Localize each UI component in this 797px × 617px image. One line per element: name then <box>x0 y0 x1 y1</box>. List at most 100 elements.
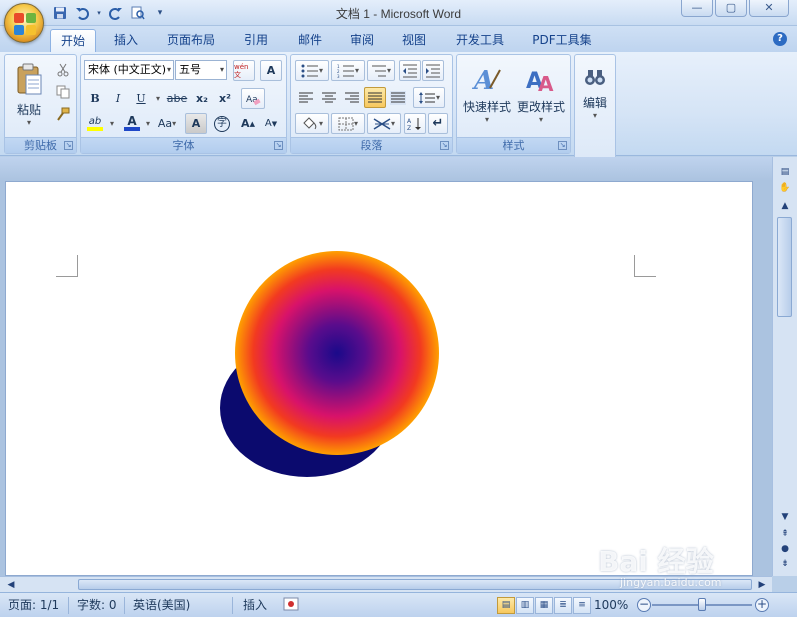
hand-icon[interactable]: ✋ <box>778 181 792 195</box>
insert-mode-indicator[interactable]: 插入 <box>243 597 267 614</box>
dialog-launcher-icon[interactable]: ↘ <box>64 141 73 150</box>
svg-text:A: A <box>407 118 412 125</box>
next-page-icon[interactable]: ⇟ <box>778 557 792 571</box>
tab-mailings[interactable]: 邮件 <box>290 29 330 52</box>
font-name-combo[interactable]: 宋体 (中文正文) ▾ <box>84 60 174 80</box>
tab-review[interactable]: 审阅 <box>342 29 382 52</box>
tab-developer[interactable]: 开发工具 <box>448 29 512 52</box>
scroll-up-icon[interactable]: ▲ <box>778 199 792 213</box>
horizontal-scrollbar[interactable]: ◀ ▶ <box>0 576 772 592</box>
underline-button[interactable]: U <box>130 88 152 109</box>
close-button[interactable]: ✕ <box>749 0 789 17</box>
increase-indent-button[interactable] <box>422 60 444 81</box>
numbering-button[interactable]: 1 2 3 ▾ <box>331 60 365 81</box>
decrease-indent-button[interactable] <box>399 60 421 81</box>
underline-dropdown[interactable]: ▾ <box>153 88 163 109</box>
strikethrough-button[interactable]: abe <box>165 88 189 109</box>
enclose-characters-button[interactable]: 字 <box>211 113 233 134</box>
grow-font-button[interactable]: A ▲ <box>237 113 259 134</box>
bold-button[interactable]: B <box>84 88 106 109</box>
highlight-dropdown[interactable]: ▾ <box>107 113 117 134</box>
zoom-out-button[interactable]: − <box>637 598 651 612</box>
shading-button[interactable]: ▾ <box>295 113 329 134</box>
show-marks-button[interactable]: ↵ <box>428 113 448 134</box>
paste-button[interactable]: 粘贴 ▾ <box>9 59 49 131</box>
scroll-left-icon[interactable]: ◀ <box>4 578 18 592</box>
chinese-layout-button[interactable]: ▾ <box>367 113 401 134</box>
word-count[interactable]: 字数: 0 <box>77 597 117 614</box>
dialog-launcher-icon[interactable]: ↘ <box>440 141 449 150</box>
view-full-reading-button[interactable]: ▥ <box>516 597 534 614</box>
chevron-down-icon: ▾ <box>386 66 391 75</box>
highlight-button[interactable]: ab <box>84 113 106 134</box>
ribbon: 粘贴 ▾ 剪贴板 ↘ 宋体 (中文正文) ▾ 五号 ▾ wén 文 A B I U <box>0 52 797 158</box>
status-separator <box>68 597 69 614</box>
tab-page-layout[interactable]: 页面布局 <box>160 29 222 52</box>
zoom-in-button[interactable]: + <box>755 598 769 612</box>
superscript-button[interactable]: x² <box>214 88 236 109</box>
ruler-toggle-icon[interactable]: ▤ <box>778 165 792 179</box>
align-left-button[interactable] <box>295 87 317 108</box>
character-border-button[interactable]: A <box>260 60 282 81</box>
zoom-level[interactable]: 100% <box>594 597 628 614</box>
circle-shape[interactable] <box>214 250 454 480</box>
maximize-button[interactable]: ▢ <box>715 0 747 17</box>
vertical-scroll-thumb[interactable] <box>777 217 792 317</box>
subscript-button[interactable]: x₂ <box>191 88 213 109</box>
tab-references[interactable]: 引用 <box>236 29 276 52</box>
zoom-slider-thumb[interactable] <box>698 598 706 611</box>
shrink-font-button[interactable]: A ▼ <box>260 113 282 134</box>
dialog-launcher-icon[interactable]: ↘ <box>558 141 567 150</box>
scroll-right-icon[interactable]: ▶ <box>755 578 769 592</box>
language-indicator[interactable]: 英语(美国) <box>133 597 190 614</box>
help-icon[interactable]: ? <box>773 32 787 46</box>
view-print-layout-button[interactable]: ▤ <box>497 597 515 614</box>
line-spacing-button[interactable]: ▾ <box>413 87 445 108</box>
dialog-launcher-icon[interactable]: ↘ <box>274 141 283 150</box>
group-label-paragraph: 段落 <box>291 137 452 153</box>
copy-button[interactable] <box>53 81 73 102</box>
minimize-button[interactable]: — <box>681 0 713 17</box>
macro-record-icon[interactable] <box>283 597 299 614</box>
font-color-button[interactable]: A <box>121 113 143 134</box>
font-size-combo[interactable]: 五号 ▾ <box>175 60 227 80</box>
tab-home[interactable]: 开始 <box>50 29 96 52</box>
change-styles-icon: AA <box>526 69 554 94</box>
tab-insert[interactable]: 插入 <box>104 29 148 52</box>
format-painter-button[interactable] <box>53 103 73 124</box>
tab-view[interactable]: 视图 <box>394 29 434 52</box>
tab-pdf-tools[interactable]: PDF工具集 <box>526 29 598 52</box>
distributed-button[interactable] <box>387 87 409 108</box>
select-browse-object-icon[interactable]: ● <box>778 542 792 556</box>
horizontal-scroll-thumb[interactable] <box>78 579 752 590</box>
align-right-button[interactable] <box>341 87 363 108</box>
paste-label: 粘贴 <box>16 103 41 117</box>
change-styles-button[interactable]: AA 更改样式 ▾ <box>515 59 567 129</box>
change-case-button[interactable]: Aa ▾ <box>154 113 180 134</box>
view-web-layout-button[interactable]: ▦ <box>535 597 553 614</box>
quick-styles-button[interactable]: A 快速样式 ▾ <box>461 59 513 129</box>
clear-formatting-button[interactable]: Aa <box>241 88 265 109</box>
italic-button[interactable]: I <box>107 88 129 109</box>
cut-button[interactable] <box>53 59 73 80</box>
page-count[interactable]: 页面: 1/1 <box>8 597 59 614</box>
vertical-scrollbar[interactable]: ▤ ✋ ▲ ▼ ⇞ ● ⇟ <box>772 157 797 576</box>
bullets-button[interactable]: ▾ <box>295 60 329 81</box>
align-center-button[interactable] <box>318 87 340 108</box>
character-shading-button[interactable]: A <box>185 113 207 134</box>
editing-button[interactable]: 编辑 ▾ <box>578 59 612 129</box>
previous-page-icon[interactable]: ⇞ <box>778 527 792 541</box>
office-button[interactable] <box>4 3 44 43</box>
paste-icon <box>17 63 42 95</box>
view-outline-button[interactable]: ≣ <box>554 597 572 614</box>
sort-button[interactable]: AZ <box>404 113 426 134</box>
phonetic-guide-button[interactable]: wén 文 <box>233 60 255 81</box>
scroll-down-icon[interactable]: ▼ <box>778 510 792 524</box>
justify-button[interactable] <box>364 87 386 108</box>
group-clipboard: 粘贴 ▾ 剪贴板 ↘ <box>4 54 77 154</box>
document-page[interactable] <box>5 181 753 576</box>
view-draft-button[interactable]: ≡ <box>573 597 591 614</box>
font-color-dropdown[interactable]: ▾ <box>143 113 153 134</box>
borders-button[interactable]: ▾ <box>331 113 365 134</box>
multilevel-list-button[interactable]: ▾ <box>367 60 395 81</box>
